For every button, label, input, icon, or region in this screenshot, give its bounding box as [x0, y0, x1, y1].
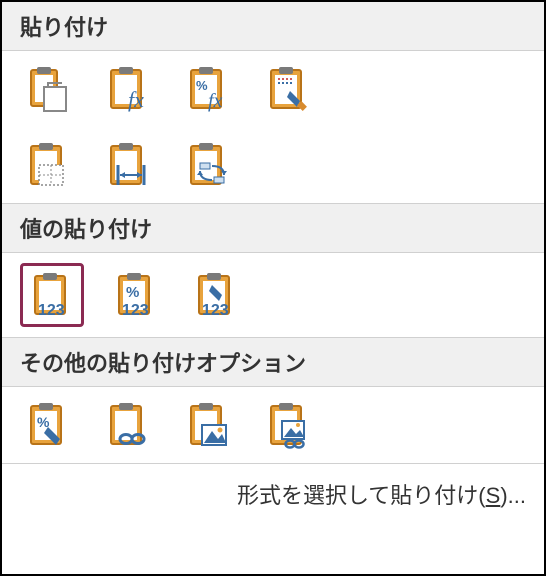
- svg-text:%: %: [126, 284, 139, 301]
- clipboard-transpose-icon: [184, 141, 232, 189]
- clipboard-values-icon: 123: [28, 271, 76, 319]
- paste-formulas-number-format-button[interactable]: % fx: [180, 61, 236, 117]
- section-header-values: 値の貼り付け: [2, 203, 544, 253]
- paste-row-1: fx % fx: [2, 51, 544, 127]
- paste-transpose-button[interactable]: [180, 137, 236, 193]
- values-row: 123 % 123 123: [2, 253, 544, 337]
- paste-keep-column-widths-button[interactable]: [100, 137, 156, 193]
- clipboard-no-border-icon: [24, 141, 72, 189]
- svg-text:123: 123: [202, 302, 229, 319]
- clipboard-paste-icon: [24, 65, 72, 113]
- paste-values-button[interactable]: 123: [20, 263, 84, 327]
- clipboard-percent-fx-icon: % fx: [184, 65, 232, 113]
- paste-formulas-button[interactable]: fx: [100, 61, 156, 117]
- paste-picture-button[interactable]: [180, 397, 236, 453]
- clipboard-linked-picture-icon: [264, 401, 312, 449]
- svg-text:fx: fx: [208, 90, 223, 112]
- section-header-other: その他の貼り付けオプション: [2, 337, 544, 387]
- paste-values-source-formatting-button[interactable]: 123: [188, 267, 244, 323]
- clipboard-width-icon: [104, 141, 152, 189]
- clipboard-fx-icon: fx: [104, 65, 152, 113]
- paste-formatting-button[interactable]: %: [20, 397, 76, 453]
- svg-text:123: 123: [122, 302, 149, 319]
- paste-button[interactable]: [20, 61, 76, 117]
- clipboard-percent-values-icon: % 123: [112, 271, 160, 319]
- paste-special-link[interactable]: 形式を選択して貼り付け(S)...: [2, 463, 544, 524]
- paste-row-2: [2, 127, 544, 203]
- svg-text:fx: fx: [128, 87, 144, 112]
- paste-linked-picture-button[interactable]: [260, 397, 316, 453]
- clipboard-brush-icon: [264, 65, 312, 113]
- paste-special-key: S: [486, 483, 501, 508]
- section-header-paste: 貼り付け: [2, 2, 544, 51]
- clipboard-percent-brush-icon: %: [24, 401, 72, 449]
- paste-link-button[interactable]: [100, 397, 156, 453]
- other-row: %: [2, 387, 544, 463]
- clipboard-picture-icon: [184, 401, 232, 449]
- paste-special-suffix: )...: [500, 483, 526, 508]
- paste-special-prefix: 形式を選択して貼り付け(: [237, 483, 486, 508]
- svg-text:123: 123: [38, 302, 65, 319]
- paste-keep-source-formatting-button[interactable]: [260, 61, 316, 117]
- paste-options-menu: 貼り付け fx: [0, 0, 546, 576]
- clipboard-brush-values-icon: 123: [192, 271, 240, 319]
- paste-no-borders-button[interactable]: [20, 137, 76, 193]
- svg-text:%: %: [196, 78, 208, 93]
- paste-values-number-format-button[interactable]: % 123: [108, 267, 164, 323]
- clipboard-link-icon: [104, 401, 152, 449]
